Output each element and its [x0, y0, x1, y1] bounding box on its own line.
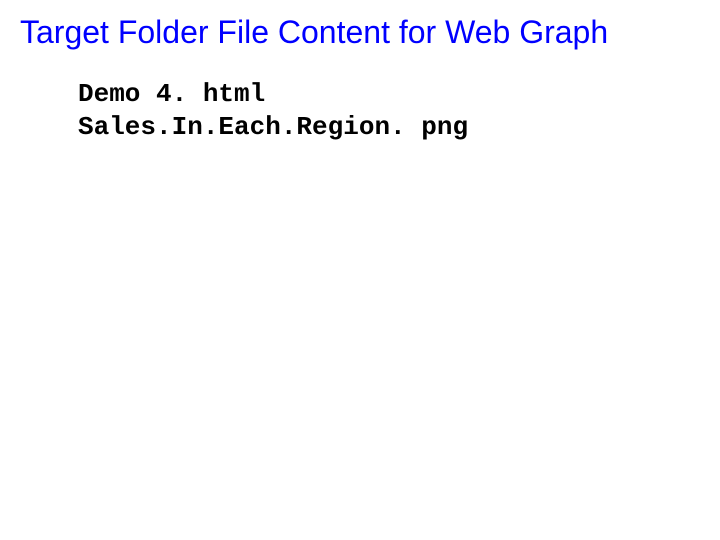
slide-title: Target Folder File Content for Web Graph [20, 14, 608, 51]
file-list: Demo 4. html Sales.In.Each.Region. png [78, 78, 468, 143]
file-item: Sales.In.Each.Region. png [78, 111, 468, 144]
file-item: Demo 4. html [78, 78, 468, 111]
